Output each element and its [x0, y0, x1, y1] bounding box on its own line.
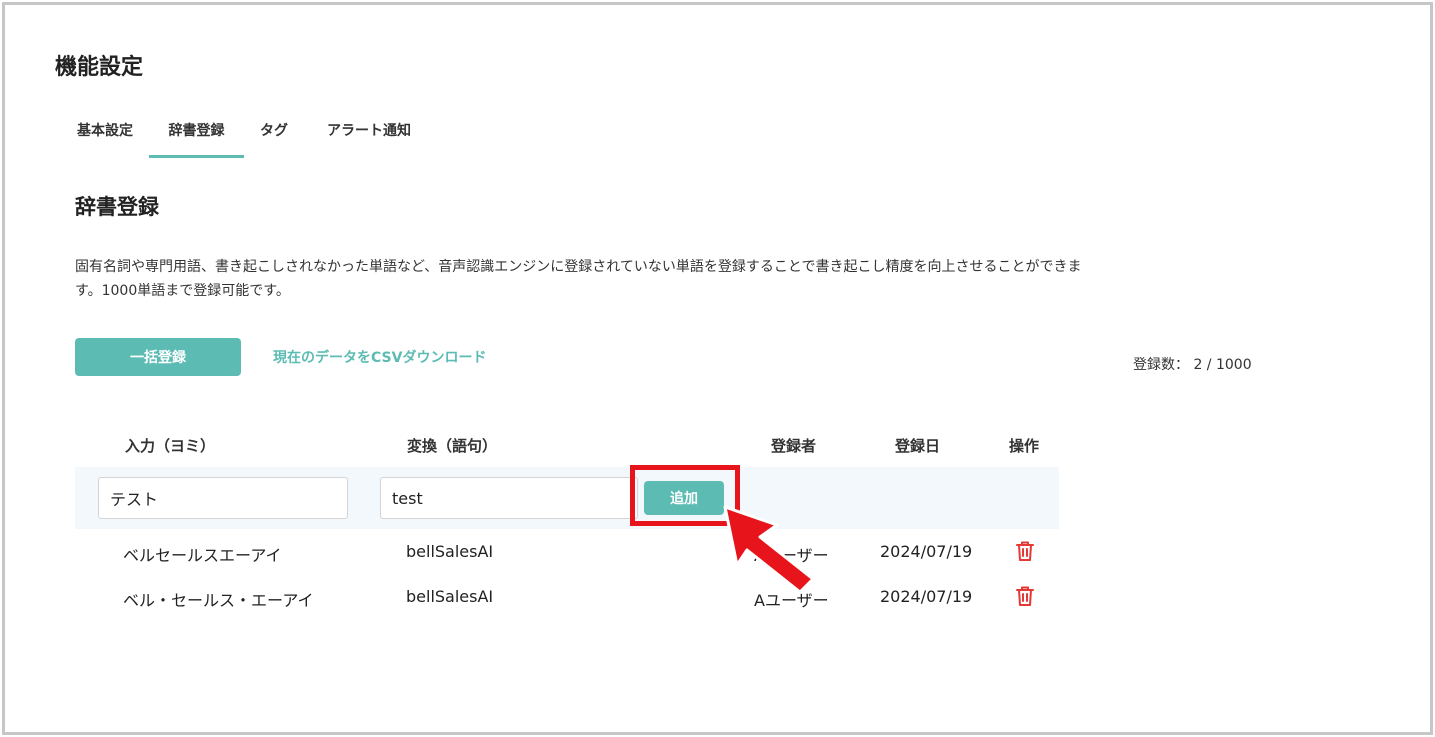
tab-tags[interactable]: タグ: [254, 119, 294, 155]
trash-icon[interactable]: [1013, 584, 1037, 608]
phrase-input[interactable]: [380, 477, 638, 519]
description-line-1: 固有名詞や専門用語、書き起こしされなかった単語など、音声認識エンジンに登録されて…: [75, 259, 1082, 275]
header-input-yomi: 入力（ヨミ）: [125, 437, 216, 455]
row-phrase: bellSalesAI: [406, 587, 494, 606]
row-registrant: Aユーザー: [754, 591, 829, 610]
description-line-2: す。1000単語まで登録可能です。: [75, 283, 290, 299]
row-yomi: ベル・セールス・エーアイ: [123, 591, 314, 610]
row-yomi: ベルセールスエーアイ: [123, 546, 282, 565]
add-button[interactable]: 追加: [644, 481, 724, 515]
section-title: 辞書登録: [75, 195, 159, 219]
tab-alert-notification[interactable]: アラート通知: [317, 119, 421, 155]
section-description: 固有名詞や専門用語、書き起こしされなかった単語など、音声認識エンジンに登録されて…: [75, 255, 1275, 303]
new-entry-row: 追加: [75, 467, 1059, 529]
yomi-input[interactable]: [98, 477, 348, 519]
tab-dictionary[interactable]: 辞書登録: [149, 119, 244, 158]
row-date: 2024/07/19: [880, 542, 973, 561]
row-date: 2024/07/19: [880, 587, 973, 606]
tab-basic-settings[interactable]: 基本設定: [67, 119, 143, 155]
row-registrant: Aユーザー: [754, 546, 829, 565]
header-operation: 操作: [1009, 437, 1040, 455]
page-title: 機能設定: [55, 55, 144, 80]
window-frame: 機能設定 基本設定 辞書登録 タグ アラート通知 辞書登録 固有名詞や専門用語、…: [2, 2, 1433, 735]
bulk-register-button[interactable]: 一括登録: [75, 338, 241, 376]
registration-count: 登録数： 2 / 1000: [1133, 357, 1252, 373]
trash-icon[interactable]: [1013, 539, 1037, 563]
header-registrant: 登録者: [771, 437, 817, 455]
csv-download-link[interactable]: 現在のデータをCSVダウンロード: [273, 347, 486, 367]
row-phrase: bellSalesAI: [406, 542, 494, 561]
header-date: 登録日: [895, 437, 941, 455]
header-conversion: 変換（語句）: [407, 437, 498, 455]
